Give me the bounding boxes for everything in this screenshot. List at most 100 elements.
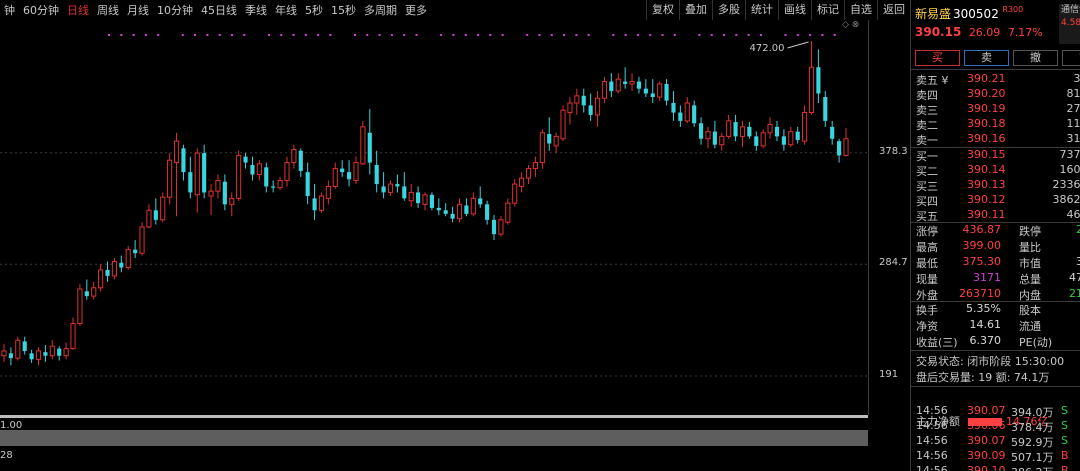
sector-tag[interactable]: 通信设 4.58%	[1059, 4, 1080, 44]
toolbar-button[interactable]: 复权	[646, 0, 679, 20]
candle-body	[774, 126, 780, 137]
period-tab[interactable]: 周线	[93, 2, 123, 18]
tick-side: B	[1061, 449, 1069, 462]
manage-button[interactable]: 管	[1062, 50, 1080, 66]
stat-row: 最低 375.30 市值387	[911, 255, 1080, 271]
last-price: 390.15	[915, 25, 962, 39]
period-tab[interactable]: 季线	[241, 2, 271, 18]
level-volume: 11.7	[1066, 117, 1080, 130]
period-tab[interactable]: 日线	[63, 2, 93, 18]
candle-body	[243, 156, 248, 163]
candlestick-chart[interactable]: 472.00	[0, 20, 868, 415]
divider	[911, 350, 1080, 351]
period-tab[interactable]: 10分钟	[153, 2, 197, 18]
candle-body	[498, 219, 504, 235]
stat-key: 市值	[1019, 257, 1041, 270]
kline-chart-area[interactable]: 钟 60分钟 日线 周线 月线 10分钟 45日线 季线 年线 5秒 15秒 多周期 更多 复权 叠加 多股…	[0, 0, 910, 471]
candle-body	[202, 153, 207, 193]
signal-marker	[538, 34, 541, 36]
candle-body	[588, 105, 593, 115]
stat-key: 现量	[916, 273, 938, 286]
ask-row[interactable]: 卖四 390.20 81.9	[911, 87, 1080, 102]
candle-body	[35, 350, 42, 360]
ask-row[interactable]: 卖一 390.16 31.2	[911, 132, 1080, 147]
candle-body	[657, 83, 663, 98]
candle-body	[8, 353, 13, 359]
ask-row[interactable]: 卖五 ¥ 390.21 3.9	[911, 72, 1080, 87]
signal-marker	[440, 34, 443, 36]
ask-row[interactable]: 卖三 390.19 27.3	[911, 102, 1080, 117]
signal-marker	[181, 34, 184, 36]
signal-marker	[354, 34, 356, 36]
candle-body	[408, 191, 414, 202]
candle-body	[609, 81, 614, 92]
level-price: 390.13	[967, 178, 1006, 191]
tick-time: 14:56	[916, 434, 948, 447]
period-tab[interactable]: 45日线	[197, 2, 241, 18]
signal-marker	[231, 34, 233, 36]
tick-row[interactable]: 14:56 390.06 378.4万 S	[911, 419, 1080, 434]
tick-row[interactable]: 14:56 390.07 394.0万 S	[911, 404, 1080, 419]
signal-marker	[501, 34, 504, 36]
candle-body	[367, 132, 372, 163]
candle-body	[374, 164, 379, 185]
signal-marker	[317, 34, 320, 36]
bid-row[interactable]: 买四 390.12 3862.8	[911, 193, 1080, 208]
period-tab[interactable]: 15秒	[327, 2, 360, 18]
candle-body	[512, 183, 518, 204]
signal-marker	[735, 34, 738, 36]
bid-row[interactable]: 买一 390.15 737.4	[911, 148, 1080, 163]
strip-bar[interactable]	[0, 430, 868, 446]
bid-row[interactable]: 买二 390.14 160.0	[911, 163, 1080, 178]
signal-marker	[206, 34, 209, 36]
buy-button[interactable]: 买	[915, 50, 960, 66]
stat-value: 375.30	[962, 255, 1002, 268]
signal-marker	[292, 34, 295, 36]
stat-key: 总量	[1019, 273, 1041, 286]
tick-row[interactable]: 14:56 390.09 507.1万 B	[911, 449, 1080, 464]
signal-marker	[378, 34, 381, 36]
toolbar-button[interactable]: 标记	[811, 0, 844, 20]
candle-body	[650, 93, 655, 98]
ask-row[interactable]: 卖二 390.18 11.7	[911, 117, 1080, 132]
cancel-button[interactable]: 撤	[1013, 50, 1058, 66]
candle-body	[816, 67, 821, 94]
period-tab[interactable]: 钟	[0, 2, 19, 18]
tick-row[interactable]: 14:56 390.07 592.9万 S	[911, 434, 1080, 449]
signal-marker	[575, 34, 578, 36]
candle-body	[491, 219, 497, 235]
toolbar-button[interactable]: 画线	[778, 0, 811, 20]
candle-body	[111, 261, 117, 277]
candle-body	[747, 126, 752, 137]
stat-value: 291	[1041, 223, 1080, 236]
period-tab[interactable]: 60分钟	[19, 2, 63, 18]
sell-button[interactable]: 卖	[964, 50, 1009, 66]
period-tab[interactable]: 月线	[123, 2, 153, 18]
signal-marker	[563, 34, 566, 36]
candle-body	[340, 168, 345, 173]
toolbar-button[interactable]: 自选	[844, 0, 877, 20]
toolbar-button[interactable]: 统计	[745, 0, 778, 20]
candle-body	[84, 291, 89, 297]
tick-row[interactable]: 14:56 390.10 386.2万 B	[911, 464, 1080, 471]
period-tab[interactable]: 年线	[271, 2, 301, 18]
bid-row[interactable]: 买五390.1146.8	[911, 208, 1080, 223]
candle-body	[719, 135, 725, 146]
tick-side: S	[1061, 419, 1068, 432]
candle-body	[133, 249, 138, 254]
bid-row[interactable]: 买三 390.13 2336.9	[911, 178, 1080, 193]
candle-body	[1, 350, 7, 357]
candle-body	[574, 95, 580, 104]
candle-body	[173, 140, 180, 164]
toolbar-button[interactable]: 叠加	[679, 0, 712, 20]
period-tab[interactable]: 更多	[401, 2, 431, 18]
candle-body	[188, 172, 193, 193]
toolbar-button[interactable]: 返回	[877, 0, 910, 20]
period-tab[interactable]: 多周期	[360, 2, 401, 18]
candle-body	[256, 163, 262, 176]
period-tab[interactable]: 5秒	[301, 2, 327, 18]
signal-marker	[526, 34, 529, 36]
toolbar-button[interactable]: 多股	[712, 0, 745, 20]
stat-value: 0	[1041, 239, 1080, 252]
tick-volume: 394.0万	[1011, 406, 1054, 419]
